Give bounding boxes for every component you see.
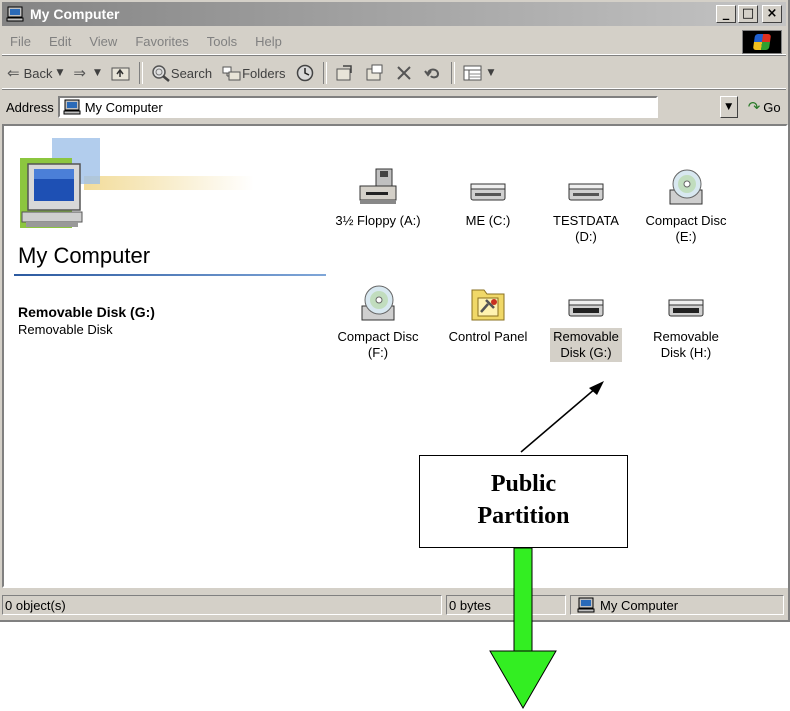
menu-favorites[interactable]: Favorites — [126, 34, 197, 49]
forward-button[interactable]: ⇒ ▼ — [68, 60, 106, 86]
views-icon — [463, 65, 482, 81]
search-icon — [152, 65, 170, 82]
title-bar[interactable]: My Computer _ □ × — [2, 2, 786, 26]
back-arrow-icon: ⇐ — [7, 64, 20, 82]
drive-label: ME (C:) — [465, 213, 511, 228]
address-bar: Address My Computer ▼ ↷ Go — [2, 92, 786, 122]
drive-label: Compact Disc (F:) — [337, 329, 419, 360]
go-label: Go — [763, 99, 781, 115]
control-panel-item[interactable]: Control Panel — [435, 284, 541, 346]
web-view-pane: My Computer Removable Disk (G:) Removabl… — [4, 126, 329, 586]
delete-button[interactable] — [390, 60, 418, 86]
up-folder-icon — [111, 67, 130, 81]
drive-label: TESTDATA (D:) — [553, 213, 619, 244]
title-divider — [14, 274, 326, 276]
delete-icon — [397, 66, 412, 80]
menu-view[interactable]: View — [80, 34, 126, 49]
address-label: Address — [6, 99, 54, 115]
chevron-down-icon[interactable]: ▼ — [56, 68, 63, 78]
drive-label: Removable Disk (H:) — [653, 329, 719, 360]
window-title: My Computer — [30, 6, 120, 22]
address-value: My Computer — [84, 99, 163, 115]
drive-item-c[interactable]: ME (C:) — [435, 168, 541, 230]
my-computer-icon — [63, 99, 81, 115]
status-size: 0 bytes — [446, 595, 566, 615]
status-object-count: 0 object(s) — [2, 595, 442, 615]
folders-icon — [222, 66, 241, 81]
callout-line-2: Partition — [477, 503, 570, 529]
menu-file[interactable]: File — [2, 34, 40, 49]
undo-button[interactable] — [418, 60, 448, 86]
toolbar-separator — [138, 62, 143, 84]
search-label: Search — [170, 65, 213, 81]
up-folder-button[interactable] — [106, 60, 136, 86]
menu-edit[interactable]: Edit — [40, 34, 80, 49]
hard-drive-icon — [568, 183, 604, 201]
toolbar-separator — [323, 62, 328, 84]
drive-label: 3½ Floppy (A:) — [335, 213, 421, 228]
address-dropdown-button[interactable]: ▼ — [719, 96, 738, 118]
cd-drive-icon — [361, 285, 395, 321]
menu-tools[interactable]: Tools — [198, 34, 246, 49]
copy-to-icon — [366, 64, 383, 81]
menu-bar: File Edit View Favorites Tools Help — [2, 28, 786, 55]
my-computer-icon — [577, 597, 595, 613]
green-arrow-head — [489, 650, 557, 709]
address-input[interactable]: My Computer — [57, 96, 658, 118]
floppy-drive-icon — [359, 168, 397, 204]
undo-icon — [424, 68, 440, 79]
forward-arrow-icon: ⇒ — [73, 64, 86, 82]
my-computer-banner-icon — [20, 138, 254, 228]
status-zone: My Computer — [570, 595, 784, 615]
history-icon — [297, 64, 314, 82]
selected-item-type: Removable Disk — [18, 322, 113, 337]
close-button[interactable]: × — [762, 5, 782, 23]
windows-logo-icon — [742, 30, 782, 54]
drive-item-g[interactable]: Removable Disk (G:) — [533, 284, 639, 362]
control-panel-icon — [471, 289, 505, 321]
drive-item-e[interactable]: Compact Disc (E:) — [633, 168, 739, 246]
my-computer-icon — [6, 6, 24, 22]
history-button[interactable] — [290, 60, 320, 86]
chevron-down-icon[interactable]: ▼ — [94, 68, 101, 78]
callout-line-1: Public — [490, 471, 557, 497]
item-label: Control Panel — [448, 329, 528, 344]
folder-view[interactable]: My Computer Removable Disk (G:) Removabl… — [2, 124, 788, 588]
drive-item-h[interactable]: Removable Disk (H:) — [633, 284, 739, 362]
go-arrow-icon: ↷ — [747, 98, 761, 116]
folders-button[interactable]: Folders — [217, 60, 290, 86]
move-to-button[interactable] — [330, 60, 360, 86]
hard-drive-icon — [470, 183, 506, 201]
status-zone-label: My Computer — [600, 597, 679, 613]
drive-item-a[interactable]: 3½ Floppy (A:) — [325, 168, 431, 230]
selected-item-name: Removable Disk (G:) — [18, 304, 155, 320]
menu-help[interactable]: Help — [246, 34, 291, 49]
copy-to-button[interactable] — [360, 60, 390, 86]
back-button[interactable]: ⇐ Back ▼ — [2, 60, 68, 86]
folders-label: Folders — [242, 65, 286, 81]
maximize-button[interactable]: □ — [738, 5, 758, 23]
views-button[interactable]: ▼ — [458, 60, 499, 86]
back-label: Back — [23, 65, 53, 81]
page-title: My Computer — [18, 243, 151, 268]
cd-drive-icon — [669, 169, 703, 205]
drive-item-d[interactable]: TESTDATA (D:) — [533, 168, 639, 246]
public-partition-callout: Public Partition — [419, 455, 628, 548]
removable-drive-icon — [668, 299, 704, 317]
minimize-button[interactable]: _ — [716, 5, 736, 23]
move-to-icon — [336, 65, 353, 81]
go-button[interactable]: ↷ Go — [748, 98, 781, 116]
toolbar: ⇐ Back ▼ ⇒ ▼ Search Folders ▼ — [2, 58, 786, 89]
explorer-window: My Computer _ □ × File Edit View Favorit… — [0, 0, 790, 622]
toolbar-separator — [451, 62, 456, 84]
drive-item-f[interactable]: Compact Disc (F:) — [325, 284, 431, 362]
drive-label: Compact Disc (E:) — [645, 213, 727, 244]
search-button[interactable]: Search — [146, 60, 217, 86]
removable-drive-icon — [568, 299, 604, 317]
chevron-down-icon[interactable]: ▼ — [487, 68, 494, 78]
drive-label: Removable Disk (G:) — [550, 328, 622, 362]
status-bar: 0 object(s) 0 bytes My Computer — [2, 593, 786, 617]
